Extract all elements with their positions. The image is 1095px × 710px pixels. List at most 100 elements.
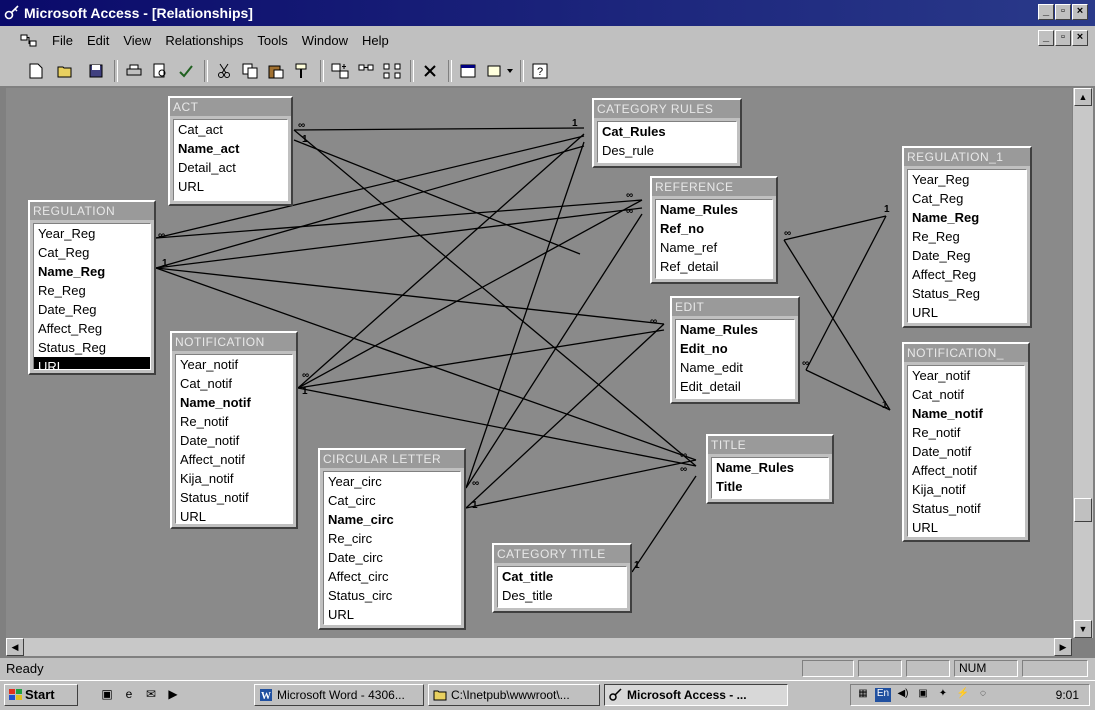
- table-notification[interactable]: NOTIFICATION Year_notif Cat_notif Name_not…: [170, 331, 298, 529]
- field-name-reg[interactable]: Name_Reg: [34, 262, 150, 281]
- scroll-up-icon[interactable]: ▲: [1074, 88, 1092, 106]
- open-icon[interactable]: [56, 61, 76, 81]
- field-status-reg[interactable]: Status_Reg: [908, 284, 1026, 303]
- field-re-reg[interactable]: Re_Reg: [34, 281, 150, 300]
- field-affect-reg[interactable]: Affect_Reg: [34, 319, 150, 338]
- table-title[interactable]: CIRCULAR LETTER: [320, 450, 464, 468]
- media-player-icon[interactable]: ▶: [164, 687, 182, 703]
- table-regulation-1[interactable]: REGULATION_1 Year_Reg Cat_Reg Name_Reg Re_R…: [902, 146, 1032, 328]
- field-name-reg[interactable]: Name_Reg: [908, 208, 1026, 227]
- relationships-doc-icon[interactable]: [20, 34, 38, 48]
- show-all-icon[interactable]: [382, 61, 402, 81]
- field-affect-notif[interactable]: Affect_notif: [176, 450, 292, 469]
- relationship-line[interactable]: [805, 215, 887, 371]
- field-name-act[interactable]: Name_act: [174, 139, 287, 158]
- field-year-reg[interactable]: Year_Reg: [908, 170, 1026, 189]
- field-affect-circ[interactable]: Affect_circ: [324, 567, 460, 586]
- table-regulation[interactable]: REGULATION Year_Reg Cat_Reg Name_Reg Re_Reg…: [28, 200, 156, 375]
- relationship-line[interactable]: [293, 139, 581, 255]
- taskbar-button-access[interactable]: Microsoft Access - ...: [604, 684, 788, 706]
- field-name-rules[interactable]: Name_Rules: [676, 320, 794, 339]
- show-direct-icon[interactable]: [356, 61, 376, 81]
- field-status-circ[interactable]: Status_circ: [324, 586, 460, 605]
- field-url[interactable]: URL: [174, 177, 287, 196]
- table-title[interactable]: CATEGORY TITLE: [494, 545, 630, 563]
- language-indicator-icon[interactable]: En: [875, 688, 891, 702]
- antivirus-icon[interactable]: ⚡: [955, 688, 971, 702]
- menu-help[interactable]: Help: [362, 33, 389, 48]
- field-date-notif[interactable]: Date_notif: [908, 442, 1024, 461]
- scroll-right-icon[interactable]: ▶: [1054, 638, 1072, 656]
- start-button[interactable]: Start: [4, 684, 78, 706]
- table-title[interactable]: REGULATION: [30, 202, 154, 220]
- new-icon[interactable]: [26, 61, 46, 81]
- menu-edit[interactable]: Edit: [87, 33, 109, 48]
- field-edit-detail[interactable]: Edit_detail: [676, 377, 794, 396]
- doc-restore-button[interactable]: ▫: [1055, 30, 1071, 46]
- field-affect-notif[interactable]: Affect_notif: [908, 461, 1024, 480]
- field-title[interactable]: Title: [712, 477, 828, 496]
- field-cat-title[interactable]: Cat_title: [498, 567, 626, 586]
- table-notification-1[interactable]: NOTIFICATION_ Year_notif Cat_notif Name_no…: [902, 342, 1030, 542]
- table-title-entity[interactable]: TITLE Name_Rules Title: [706, 434, 834, 504]
- office-links-icon[interactable]: [486, 61, 516, 81]
- menu-tools[interactable]: Tools: [257, 33, 287, 48]
- field-status-notif[interactable]: Status_notif: [176, 488, 292, 507]
- field-des-rule[interactable]: Des_rule: [598, 141, 736, 160]
- menu-file[interactable]: File: [52, 33, 73, 48]
- new-object-icon[interactable]: [458, 61, 478, 81]
- scroll-left-icon[interactable]: ◀: [6, 638, 24, 656]
- monitor-icon[interactable]: ▣: [915, 688, 931, 702]
- field-cat-rules[interactable]: Cat_Rules: [598, 122, 736, 141]
- field-kija-notif[interactable]: Kija_notif: [908, 480, 1024, 499]
- vertical-scrollbar[interactable]: ▲ ▼: [1073, 88, 1093, 638]
- field-url[interactable]: URL: [324, 605, 460, 624]
- table-reference[interactable]: REFERENCE Name_Rules Ref_no Name_ref Ref_de…: [650, 176, 778, 284]
- table-circular-letter[interactable]: CIRCULAR LETTER Year_circ Cat_circ Name_ci…: [318, 448, 466, 630]
- field-ref-no[interactable]: Ref_no: [656, 219, 772, 238]
- field-cat-reg[interactable]: Cat_Reg: [34, 243, 150, 262]
- table-title[interactable]: ACT: [170, 98, 291, 116]
- taskbar-button-word[interactable]: W Microsoft Word - 4306...: [254, 684, 424, 706]
- doc-minimize-button[interactable]: _: [1038, 30, 1054, 46]
- format-painter-icon[interactable]: [292, 61, 312, 81]
- close-button[interactable]: ×: [1072, 4, 1088, 20]
- show-desktop-icon[interactable]: ▣: [98, 687, 116, 703]
- relationship-line[interactable]: [465, 459, 697, 509]
- field-re-reg[interactable]: Re_Reg: [908, 227, 1026, 246]
- table-category-title[interactable]: CATEGORY TITLE Cat_title Des_title: [492, 543, 632, 613]
- field-kija-notif[interactable]: Kija_notif: [176, 469, 292, 488]
- field-url[interactable]: URL: [908, 518, 1024, 536]
- table-category-rules[interactable]: CATEGORY RULES Cat_Rules Des_rule: [592, 98, 742, 168]
- field-edit-no[interactable]: Edit_no: [676, 339, 794, 358]
- field-re-notif[interactable]: Re_notif: [908, 423, 1024, 442]
- maximize-button[interactable]: ▫: [1055, 4, 1071, 20]
- internet-explorer-icon[interactable]: e: [120, 687, 138, 703]
- table-edit[interactable]: EDIT Name_Rules Edit_no Name_edit Edit_deta…: [670, 296, 800, 404]
- relationship-line[interactable]: [293, 129, 697, 467]
- field-date-notif[interactable]: Date_notif: [176, 431, 292, 450]
- relationship-line[interactable]: [155, 267, 665, 325]
- field-status-reg[interactable]: Status_Reg: [34, 338, 150, 357]
- taskbar-button-explorer[interactable]: C:\Inetpub\wwwroot\...: [428, 684, 600, 706]
- volume-icon[interactable]: ◀): [895, 688, 911, 702]
- delete-icon[interactable]: [420, 61, 440, 81]
- field-url[interactable]: URL: [908, 303, 1026, 322]
- table-title[interactable]: TITLE: [708, 436, 832, 454]
- table-title[interactable]: CATEGORY RULES: [594, 100, 740, 118]
- relationship-line[interactable]: [293, 127, 585, 131]
- field-des-title[interactable]: Des_title: [498, 586, 626, 605]
- field-name-circ[interactable]: Name_circ: [324, 510, 460, 529]
- print-icon[interactable]: [124, 61, 144, 81]
- field-cat-notif[interactable]: Cat_notif: [908, 385, 1024, 404]
- menu-view[interactable]: View: [123, 33, 151, 48]
- vertical-scroll-thumb[interactable]: [1074, 498, 1092, 522]
- relationship-line[interactable]: [631, 475, 697, 573]
- spelling-icon[interactable]: [176, 61, 196, 81]
- field-name-rules[interactable]: Name_Rules: [656, 200, 772, 219]
- field-date-reg[interactable]: Date_Reg: [34, 300, 150, 319]
- field-year-circ[interactable]: Year_circ: [324, 472, 460, 491]
- table-title[interactable]: NOTIFICATION: [172, 333, 296, 351]
- field-cat-circ[interactable]: Cat_circ: [324, 491, 460, 510]
- print-preview-icon[interactable]: [150, 61, 170, 81]
